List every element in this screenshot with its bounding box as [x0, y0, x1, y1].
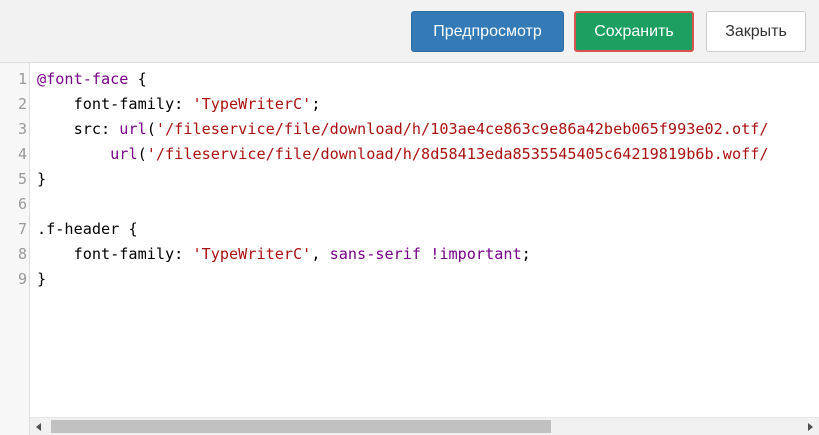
code-token: src:	[37, 120, 120, 138]
line-number: 8	[17, 245, 27, 263]
code-line[interactable]: url('/fileservice/file/download/h/8d5841…	[37, 142, 817, 167]
code-line[interactable]: }	[37, 267, 817, 292]
code-line[interactable]: @font-face {	[37, 67, 817, 92]
code-token: }	[37, 270, 47, 288]
arrow-left-icon[interactable]	[30, 418, 47, 435]
code-token: '/fileservice/file/download/h/8d58413eda…	[146, 145, 769, 163]
code-token: (	[146, 120, 156, 138]
code-token: .f-header	[37, 220, 120, 238]
code-token: ;	[311, 95, 321, 113]
code-token: }	[37, 170, 47, 188]
code-token: url	[119, 120, 147, 138]
line-number: 9	[17, 270, 27, 288]
arrow-right-icon[interactable]	[802, 418, 819, 435]
toolbar: Предпросмотр Сохранить Закрыть	[0, 0, 819, 63]
line-number: 5	[17, 170, 27, 188]
code-line[interactable]	[37, 192, 817, 217]
code-line-list[interactable]: @font-face { font-family: 'TypeWriterC';…	[37, 67, 817, 292]
code-token: @font-face	[37, 70, 129, 88]
horizontal-scrollbar[interactable]	[30, 417, 819, 435]
code-line[interactable]: }	[37, 167, 817, 192]
line-number-list: 1 2 3 4 5 6 7 8 9	[0, 67, 27, 292]
code-token: '/fileservice/file/download/h/103ae4ce86…	[155, 120, 769, 138]
line-number: 3	[17, 120, 27, 138]
code-token: {	[119, 220, 138, 238]
line-number: 2	[17, 95, 27, 113]
line-number: 4	[17, 145, 27, 163]
line-number-gutter: 1 2 3 4 5 6 7 8 9	[0, 63, 30, 435]
code-token: font-family:	[37, 95, 193, 113]
close-button[interactable]: Закрыть	[706, 11, 806, 52]
code-token: ;	[521, 245, 531, 263]
code-token: 'TypeWriterC'	[192, 95, 312, 113]
code-token: 'TypeWriterC'	[192, 245, 312, 263]
code-token: (	[137, 145, 147, 163]
scrollbar-track[interactable]	[47, 418, 802, 435]
line-number: 7	[17, 220, 27, 238]
code-token: font-family:	[37, 245, 193, 263]
code-token: !important	[430, 245, 522, 263]
code-token: ,	[311, 245, 330, 263]
scrollbar-thumb[interactable]	[51, 420, 551, 433]
code-line[interactable]: src: url('/fileservice/file/download/h/1…	[37, 117, 817, 142]
save-button[interactable]: Сохранить	[574, 11, 694, 52]
code-line[interactable]: .f-header {	[37, 217, 817, 242]
code-token: {	[128, 70, 147, 88]
code-line[interactable]: font-family: 'TypeWriterC';	[37, 92, 817, 117]
code-token: sans-serif	[329, 245, 422, 263]
code-editor[interactable]: 1 2 3 4 5 6 7 8 9 @font-face { font-family: 'Typ…	[0, 63, 819, 435]
line-number: 1	[17, 70, 27, 88]
css-editor-page: Предпросмотр Сохранить Закрыть 1 2 3 4 5 6 7 8 9…	[0, 0, 819, 435]
line-number: 6	[17, 195, 27, 213]
preview-button[interactable]: Предпросмотр	[411, 11, 564, 52]
code-token: url	[110, 145, 138, 163]
code-line[interactable]: font-family: 'TypeWriterC', sans-serif !…	[37, 242, 817, 267]
